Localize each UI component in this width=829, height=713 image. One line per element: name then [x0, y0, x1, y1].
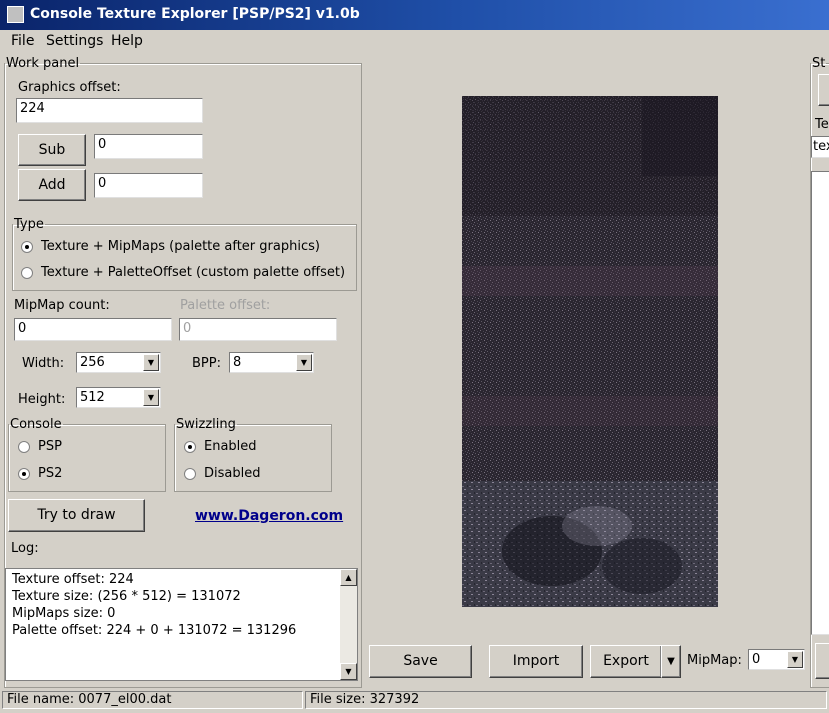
sub-button[interactable]: Sub [18, 134, 86, 166]
menu-settings[interactable]: Settings [46, 33, 103, 49]
palette-offset-label: Palette offset: [180, 298, 271, 313]
log-line: Texture offset: 224 [12, 572, 134, 587]
right-panel-input[interactable]: tex [811, 136, 829, 158]
texture-preview[interactable] [462, 96, 718, 607]
type-option1-label[interactable]: Texture + MipMaps (palette after graphic… [41, 239, 320, 254]
log-scrollbar[interactable]: ▲ ▼ [340, 569, 357, 680]
scroll-up-icon[interactable]: ▲ [340, 569, 357, 586]
chevron-down-icon[interactable]: ▼ [787, 651, 803, 668]
try-to-draw-button[interactable]: Try to draw [8, 499, 145, 532]
swizzling-disabled-radio[interactable] [184, 468, 196, 480]
height-select[interactable]: 512 ▼ [76, 387, 161, 408]
work-panel-legend: Work panel [6, 56, 80, 71]
status-file-size: File size: 327392 [305, 691, 827, 709]
type-option2-label[interactable]: Texture + PaletteOffset (custom palette … [41, 265, 345, 280]
log-line: MipMaps size: 0 [12, 606, 116, 621]
console-legend: Console [10, 417, 62, 432]
right-panel-label: Te [815, 117, 829, 132]
mipmap-count-label: MipMap count: [14, 298, 110, 313]
scroll-down-icon[interactable]: ▼ [340, 663, 357, 680]
import-button[interactable]: Import [489, 645, 583, 678]
status-file-name: File name: 0077_el00.dat [2, 691, 303, 709]
right-panel-button[interactable] [818, 74, 829, 106]
width-label: Width: [22, 356, 65, 371]
log-line: Texture size: (256 * 512) = 131072 [12, 589, 241, 604]
console-psp-radio[interactable] [18, 441, 30, 453]
mipmap-select-value: 0 [752, 652, 761, 667]
dageron-link[interactable]: www.Dageron.com [195, 508, 343, 524]
app-icon[interactable] [7, 6, 24, 23]
width-select[interactable]: 256 ▼ [76, 352, 161, 373]
swizzling-legend: Swizzling [176, 417, 236, 432]
bpp-select[interactable]: 8 ▼ [229, 352, 314, 373]
add-button-label: Add [38, 177, 66, 193]
right-panel-legend: St [812, 56, 826, 71]
export-button[interactable]: Export [590, 645, 662, 678]
mipmap-count-input[interactable]: 0 [14, 318, 172, 341]
export-button-label: Export [603, 653, 649, 669]
chevron-down-icon[interactable]: ▼ [296, 354, 312, 371]
type-option1-radio[interactable] [21, 241, 33, 253]
palette-offset-input[interactable]: 0 [179, 318, 337, 341]
add-input[interactable]: 0 [94, 173, 203, 198]
menu-help[interactable]: Help [111, 33, 143, 49]
sub-input[interactable]: 0 [94, 134, 203, 159]
console-psp-label[interactable]: PSP [38, 439, 62, 454]
mipmap-label: MipMap: [687, 653, 742, 668]
window-title: Console Texture Explorer [PSP/PS2] v1.0b [30, 6, 360, 22]
graphics-offset-input[interactable]: 224 [16, 98, 203, 123]
bpp-label: BPP: [192, 356, 221, 371]
swizzling-disabled-label[interactable]: Disabled [204, 466, 260, 481]
try-to-draw-label: Try to draw [37, 507, 116, 523]
mipmap-select[interactable]: 0 ▼ [748, 649, 805, 670]
type-legend: Type [14, 217, 44, 232]
save-button[interactable]: Save [369, 645, 472, 678]
chevron-down-icon[interactable]: ▼ [143, 354, 159, 371]
width-select-value: 256 [80, 355, 105, 370]
graphics-offset-label: Graphics offset: [18, 80, 121, 95]
texture-preview-image [462, 96, 718, 607]
log-line: Palette offset: 224 + 0 + 131072 = 13129… [12, 623, 297, 638]
height-select-value: 512 [80, 390, 105, 405]
sub-button-label: Sub [38, 142, 66, 158]
chevron-down-icon[interactable]: ▼ [143, 389, 159, 406]
right-panel-bottom-button[interactable] [815, 643, 829, 679]
swizzling-enabled-radio[interactable] [184, 441, 196, 453]
console-ps2-radio[interactable] [18, 468, 30, 480]
swizzling-enabled-label[interactable]: Enabled [204, 439, 257, 454]
type-option2-radio[interactable] [21, 267, 33, 279]
log-label: Log: [11, 541, 39, 556]
console-ps2-label[interactable]: PS2 [38, 466, 62, 481]
export-dropdown-button[interactable]: ▼ [661, 645, 681, 678]
import-button-label: Import [512, 653, 560, 669]
caret-down-icon: ▼ [667, 656, 675, 667]
right-panel-list[interactable] [811, 171, 829, 635]
console-group: Console [8, 417, 166, 492]
log-textarea[interactable]: Texture offset: 224 Texture size: (256 *… [5, 568, 358, 681]
add-button[interactable]: Add [18, 169, 86, 201]
bpp-select-value: 8 [233, 355, 242, 370]
save-button-label: Save [403, 653, 438, 669]
height-label: Height: [18, 392, 66, 407]
menu-file[interactable]: File [11, 33, 34, 49]
